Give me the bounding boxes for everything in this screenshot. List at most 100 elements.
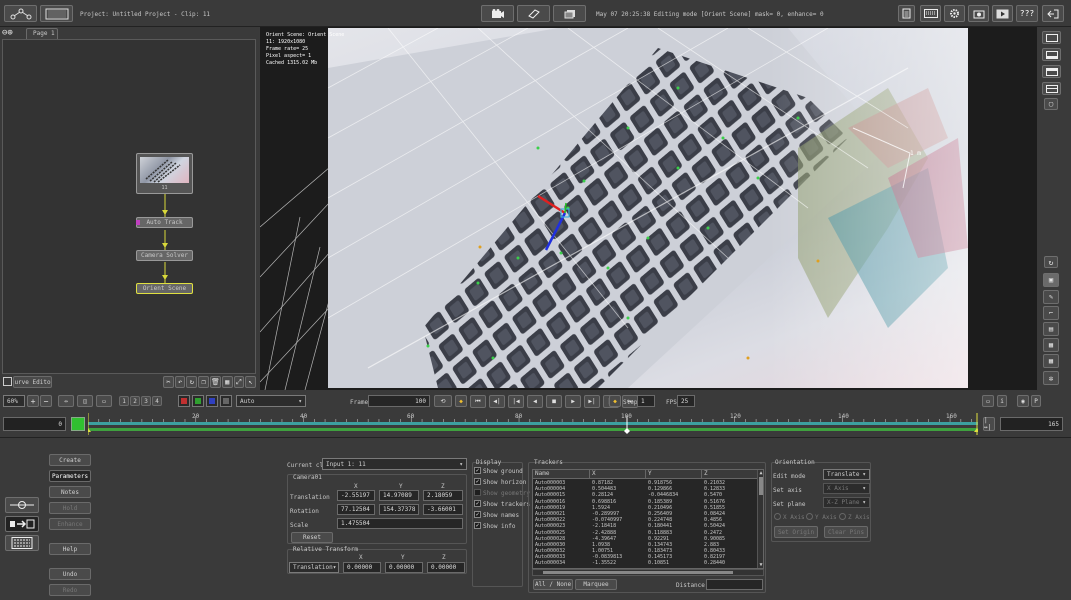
rotation-y-input[interactable]: 154.37378 <box>379 504 419 515</box>
monitor-icon[interactable] <box>3 377 12 386</box>
relative-z-input[interactable]: 0.00000 <box>427 562 465 573</box>
layers-icon[interactable] <box>553 5 586 22</box>
tool-grid-icon[interactable]: ▦ <box>1043 338 1059 352</box>
timeline-track[interactable]: 20 40 60 80 100 120 140 160 <box>85 413 980 435</box>
viewer-panel[interactable]: 1 m Orient Scene: Orient Scene 11: 1920x… <box>260 27 1037 390</box>
reset-button[interactable]: Reset <box>291 532 333 543</box>
info-icon[interactable]: i <box>997 395 1007 407</box>
view-4-button[interactable]: 4 <box>152 396 162 406</box>
prev-frame-icon[interactable]: |◀ <box>508 395 524 408</box>
calculator-icon[interactable] <box>5 535 39 551</box>
undo-icon[interactable]: ↶ <box>174 376 186 388</box>
document-icon[interactable] <box>898 5 915 22</box>
curve-editor-button[interactable]: Curve Editor <box>13 376 52 388</box>
enhance-button[interactable]: Enhance <box>49 518 91 530</box>
tool-mask-icon[interactable]: ▤ <box>1043 322 1059 336</box>
channel-alpha-button[interactable] <box>220 395 232 407</box>
cut-icon[interactable]: ✂ <box>163 376 174 388</box>
layout-split-icon[interactable] <box>1042 48 1061 61</box>
track-tool-icon[interactable] <box>5 497 39 513</box>
zoom-out-icon[interactable]: − <box>40 395 52 407</box>
trackers-header[interactable]: X <box>590 470 646 478</box>
redo-button[interactable]: Redo <box>49 584 91 596</box>
keyframe-icon[interactable]: ◆ <box>455 395 467 407</box>
create-button[interactable]: Create <box>49 454 91 466</box>
display-mode-icon[interactable]: ▭ <box>982 395 994 407</box>
add-page-icon[interactable]: ⊖⊕ <box>2 29 22 39</box>
trackers-table[interactable]: Name X Y Z Auto000003 0.87182 0.918756 0.21… <box>532 469 764 569</box>
scroll-down-icon[interactable]: ▼ <box>758 562 763 568</box>
prev-key-icon[interactable]: ◀| <box>489 395 505 408</box>
tool-table-icon[interactable]: ▦ <box>1043 354 1059 368</box>
copy-icon[interactable]: ❐ <box>198 376 209 388</box>
trackers-header[interactable]: Name <box>533 470 590 478</box>
zoom-select[interactable]: 60% <box>3 395 25 407</box>
help-side-button[interactable]: Help <box>49 543 91 555</box>
zoom-in-icon[interactable]: + <box>27 395 39 407</box>
timeline-start-input[interactable]: 0 <box>3 417 66 431</box>
tool-select-icon[interactable]: ▣ <box>1043 273 1059 287</box>
timeline-end-input[interactable]: 165 <box>1000 417 1063 431</box>
node-camera-solver[interactable]: Camera Solver <box>136 250 193 261</box>
trackers-header[interactable]: Z <box>702 470 757 478</box>
tab-page-1[interactable]: Page 1 <box>26 28 58 39</box>
layout-quad-icon[interactable] <box>1042 82 1061 95</box>
show-ground-checkbox[interactable]: ✓ <box>474 467 481 474</box>
all-none-button[interactable]: All / None <box>533 579 573 590</box>
lock-icon[interactable]: ▢ <box>1044 98 1058 110</box>
stop-icon[interactable]: ■ <box>546 395 562 408</box>
edit-mode-select[interactable]: Translate ▾ <box>823 469 870 480</box>
notes-button[interactable]: Notes <box>49 486 91 498</box>
show-horizon-checkbox[interactable]: ✓ <box>474 478 481 485</box>
fit-icon[interactable]: ⤢ <box>233 376 245 388</box>
frame-input[interactable]: 100 <box>368 395 430 407</box>
channel-red-button[interactable] <box>178 395 190 407</box>
record-icon[interactable]: ◉ <box>1017 395 1029 407</box>
node-auto-track[interactable]: Auto Track <box>136 217 193 228</box>
show-info-checkbox[interactable]: ✓ <box>474 522 481 529</box>
view-3-button[interactable]: 3 <box>141 396 151 406</box>
play-icon[interactable] <box>992 5 1013 22</box>
refresh-icon[interactable]: ↻ <box>186 376 198 388</box>
marquee-button[interactable]: Marquee <box>575 579 617 590</box>
rotation-z-input[interactable]: -3.66001 <box>423 504 463 515</box>
set-plane-select[interactable]: X-Z Plane ▾ <box>823 497 870 508</box>
snapshot-icon[interactable] <box>968 5 989 22</box>
undo-button[interactable]: Undo <box>49 568 91 580</box>
preferences-icon[interactable]: P <box>1031 395 1041 407</box>
play-forward-icon[interactable]: ▶ <box>565 395 581 408</box>
tool-settings-icon[interactable]: ✲ <box>1043 371 1059 385</box>
node-graph-icon[interactable] <box>4 5 37 22</box>
next-frame-icon[interactable]: ▶| <box>584 395 600 408</box>
axis-radio-z[interactable] <box>839 513 846 520</box>
set-axis-select[interactable]: X Axis ▾ <box>823 483 870 494</box>
show-trackers-checkbox[interactable]: ✓ <box>474 500 481 507</box>
exit-icon[interactable] <box>1042 5 1064 22</box>
relative-type-select[interactable]: Translation ▾ <box>289 562 339 573</box>
layout-single-icon[interactable] <box>1042 31 1061 44</box>
tool-edit-icon[interactable]: ✎ <box>1043 290 1059 304</box>
sync-icon[interactable]: ↻ <box>1044 256 1058 268</box>
trackers-header[interactable]: Y <box>646 470 702 478</box>
translation-z-input[interactable]: 2.18059 <box>423 490 463 501</box>
mode-select[interactable]: Auto ▾ <box>236 395 306 407</box>
set-origin-button[interactable]: Set Origin <box>774 526 818 538</box>
channel-blue-button[interactable] <box>206 395 218 407</box>
gear-icon[interactable] <box>944 5 965 22</box>
hold-button[interactable]: Hold <box>49 502 91 514</box>
transfer-icon[interactable] <box>5 516 39 532</box>
layout-rows-icon[interactable] <box>1042 65 1061 78</box>
tool-crop-icon[interactable]: ⌐ <box>1043 306 1059 320</box>
distance-input[interactable] <box>706 579 763 590</box>
translation-x-input[interactable]: -2.55197 <box>337 490 375 501</box>
scroll-thumb[interactable] <box>759 477 763 495</box>
relative-y-input[interactable]: 0.00000 <box>385 562 423 573</box>
range-end-icon[interactable]: |↔| <box>983 417 995 431</box>
axis-radio-x[interactable] <box>774 513 781 520</box>
play-backward-icon[interactable]: ◀ <box>527 395 543 408</box>
scroll-up-icon[interactable]: ▲ <box>758 470 763 476</box>
clear-pins-button[interactable]: Clear Pins <box>824 526 868 538</box>
trackers-hscroll[interactable] <box>532 569 764 576</box>
trash-icon[interactable]: 🗑 <box>209 376 221 388</box>
show-names-checkbox[interactable]: ✓ <box>474 511 481 518</box>
